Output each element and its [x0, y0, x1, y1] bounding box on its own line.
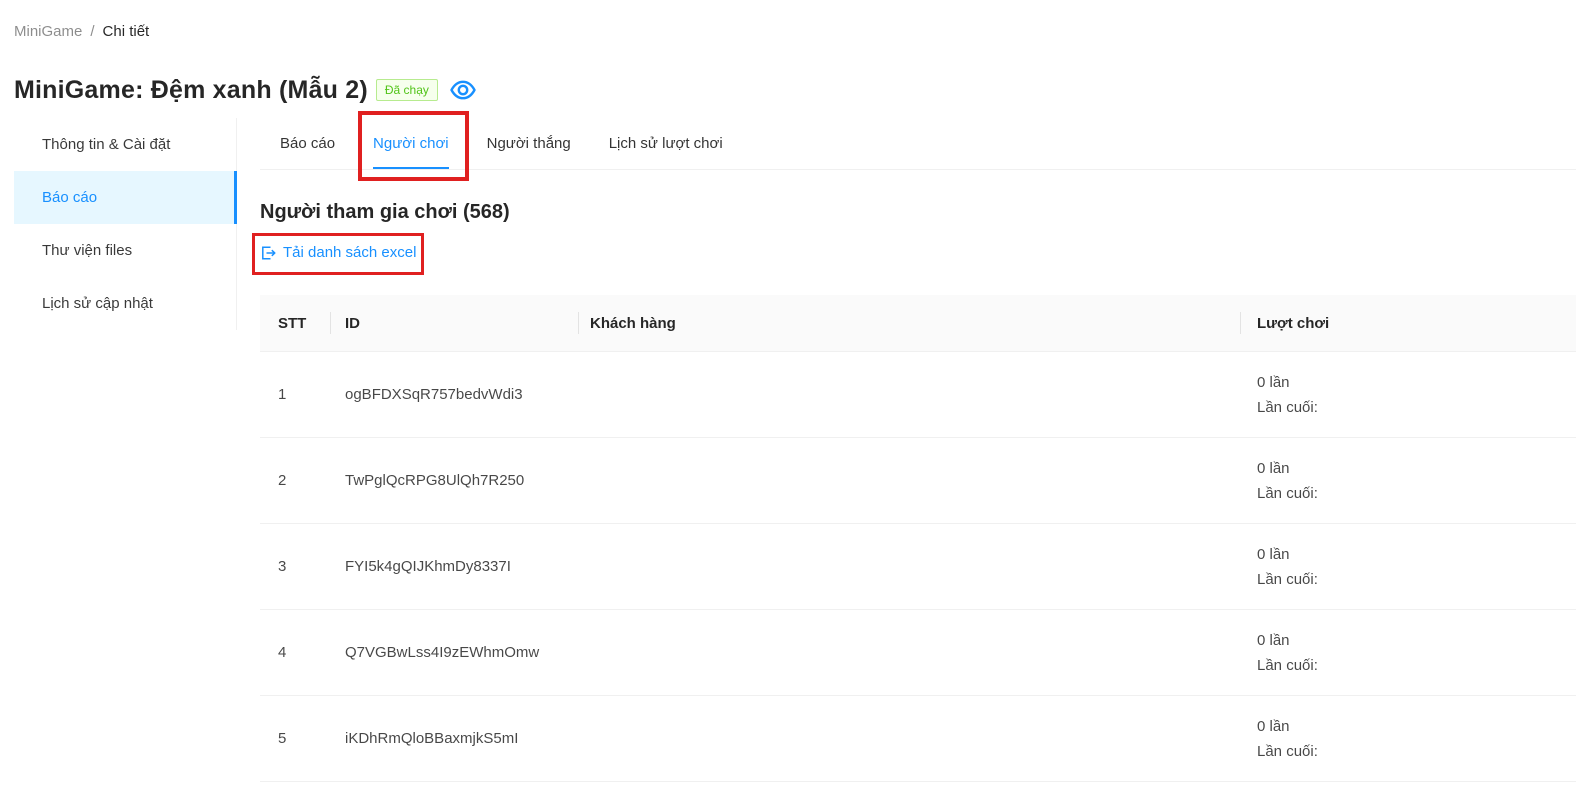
cell-stt: 5 — [260, 730, 330, 747]
cell-id: ogBFDXSqR757bedvWdi3 — [330, 386, 578, 403]
cell-id: Q7VGBwLss4I9zEWhmOmw — [330, 644, 578, 661]
last-play: Lần cuối: — [1257, 481, 1576, 506]
cell-id: FYI5k4gQIJKhmDy8337I — [330, 558, 578, 575]
table-row: 2 TwPglQcRPG8UlQh7R250 0 lần Lần cuối: — [260, 438, 1576, 524]
column-header-id: ID — [330, 295, 578, 351]
breadcrumb: MiniGame / Chi tiết — [0, 0, 1590, 40]
sidebar-item-update-history[interactable]: Lịch sử cập nhật — [14, 277, 236, 330]
cell-plays: 0 lần Lần cuối: — [1240, 456, 1576, 506]
breadcrumb-minigame[interactable]: MiniGame — [14, 23, 82, 40]
export-link-label: Tải danh sách excel — [283, 241, 416, 265]
cell-stt: 1 — [260, 386, 330, 403]
cell-plays: 0 lần Lần cuối: — [1240, 542, 1576, 592]
last-play: Lần cuối: — [1257, 567, 1576, 592]
cell-stt: 3 — [260, 558, 330, 575]
plays-count: 0 lần — [1257, 370, 1576, 395]
plays-count: 0 lần — [1257, 456, 1576, 481]
tab-nguoi-thang[interactable]: Người thắng — [487, 118, 571, 169]
sidebar-menu: Thông tin & Cài đặt Báo cáo Thư viện fil… — [0, 118, 237, 330]
cell-stt: 4 — [260, 644, 330, 661]
page: MiniGame / Chi tiết MiniGame: Đệm xanh (Mẫ… — [0, 0, 1590, 782]
table-row: 3 FYI5k4gQIJKhmDy8337I 0 lần Lần cuối: — [260, 524, 1576, 610]
last-play: Lần cuối: — [1257, 739, 1576, 764]
players-table: STT ID Khách hàng Lượt chơi 1 ogBFDXSqR7… — [260, 295, 1576, 782]
sidebar-item-report[interactable]: Báo cáo — [14, 171, 237, 224]
main-layout: Thông tin & Cài đặt Báo cáo Thư viện fil… — [0, 118, 1590, 782]
column-header-plays: Lượt chơi — [1240, 295, 1576, 351]
plays-count: 0 lần — [1257, 542, 1576, 567]
table-row: 1 ogBFDXSqR757bedvWdi3 0 lần Lần cuối: — [260, 352, 1576, 438]
cell-id: TwPglQcRPG8UlQh7R250 — [330, 472, 578, 489]
sidebar-item-info-settings[interactable]: Thông tin & Cài đặt — [14, 118, 236, 171]
sidebar-item-label: Lịch sử cập nhật — [42, 295, 153, 312]
export-excel-link[interactable]: Tải danh sách excel — [260, 241, 416, 265]
breadcrumb-current: Chi tiết — [103, 23, 150, 40]
cell-plays: 0 lần Lần cuối: — [1240, 370, 1576, 420]
breadcrumb-separator: / — [90, 23, 94, 40]
column-header-stt: STT — [260, 295, 330, 351]
page-title: MiniGame: Đệm xanh (Mẫu 2) — [14, 72, 368, 108]
export-wrap: Tải danh sách excel — [260, 241, 416, 266]
eye-icon[interactable] — [450, 79, 476, 101]
sidebar-item-label: Thông tin & Cài đặt — [42, 136, 170, 153]
cell-plays: 0 lần Lần cuối: — [1240, 714, 1576, 764]
section-heading: Người tham gia chơi (568) — [260, 198, 1576, 226]
cell-plays: 0 lần Lần cuối: — [1240, 628, 1576, 678]
tab-bar: Báo cáo Người chơi Người thắng Lịch sử l… — [260, 118, 1576, 170]
content-panel: Báo cáo Người chơi Người thắng Lịch sử l… — [260, 118, 1576, 782]
sidebar-item-label: Thư viện files — [42, 242, 132, 259]
table-row: 5 iKDhRmQloBBaxmjkS5mI 0 lần Lần cuối: — [260, 696, 1576, 782]
tab-bao-cao[interactable]: Báo cáo — [280, 118, 335, 169]
plays-count: 0 lần — [1257, 714, 1576, 739]
export-icon — [260, 245, 276, 261]
plays-count: 0 lần — [1257, 628, 1576, 653]
tab-lich-su-luot-choi[interactable]: Lịch sử lượt chơi — [609, 118, 723, 169]
table-header-row: STT ID Khách hàng Lượt chơi — [260, 295, 1576, 352]
sidebar: Thông tin & Cài đặt Báo cáo Thư viện fil… — [0, 118, 237, 330]
status-badge: Đã chạy — [376, 79, 438, 101]
sidebar-item-label: Báo cáo — [42, 189, 97, 206]
title-row: MiniGame: Đệm xanh (Mẫu 2) Đã chạy — [0, 72, 1590, 108]
tab-nguoi-choi[interactable]: Người chơi — [373, 118, 449, 169]
cell-stt: 2 — [260, 472, 330, 489]
column-header-customer: Khách hàng — [578, 295, 1240, 351]
sidebar-item-file-library[interactable]: Thư viện files — [14, 224, 236, 277]
last-play: Lần cuối: — [1257, 653, 1576, 678]
table-row: 4 Q7VGBwLss4I9zEWhmOmw 0 lần Lần cuối: — [260, 610, 1576, 696]
cell-id: iKDhRmQloBBaxmjkS5mI — [330, 730, 578, 747]
last-play: Lần cuối: — [1257, 395, 1576, 420]
